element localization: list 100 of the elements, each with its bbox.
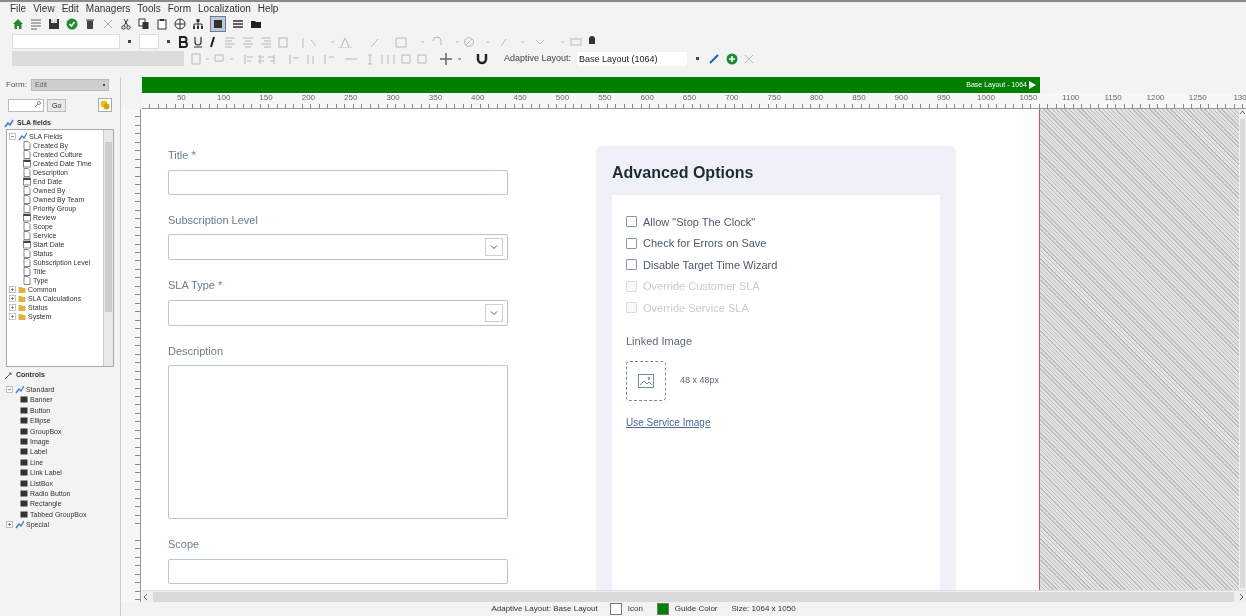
ruler-label: 350 [428, 93, 443, 102]
card-title: Advanced Options [612, 163, 755, 183]
close-icon[interactable] [744, 53, 755, 64]
copy-icon[interactable] [138, 18, 150, 30]
menu-item[interactable]: File [10, 1, 27, 16]
group-icon [18, 132, 27, 141]
ruler-label: 750 [767, 93, 781, 102]
ruler-label: 1100 [1062, 93, 1080, 102]
text-input[interactable] [168, 558, 508, 584]
font-field[interactable] [12, 34, 120, 49]
image-size-text: 48 x 48px [680, 374, 720, 388]
scroll-up-icon[interactable] [1239, 109, 1246, 117]
expand-icon[interactable] [6, 521, 13, 529]
ruler-label: 1000 [977, 93, 995, 102]
paste-icon[interactable] [156, 18, 168, 30]
checkbox-label: Override Customer SLA [643, 279, 760, 294]
fields-icon [4, 118, 14, 128]
trash-icon[interactable] [84, 18, 96, 30]
menu-item[interactable]: Managers [85, 1, 131, 16]
menu-item[interactable]: Form [167, 1, 192, 16]
adaptive-layout-label: Adaptive Layout: [504, 51, 572, 65]
bold-icon[interactable] [178, 35, 188, 48]
underline-icon[interactable] [193, 35, 203, 48]
add-icon[interactable] [726, 52, 739, 65]
checkbox-label: Allow "Stop The Clock" [643, 214, 756, 230]
ruler-label: 1200 [1146, 93, 1165, 102]
pencil-icon[interactable] [708, 52, 721, 65]
hierarchy-icon[interactable] [192, 18, 204, 30]
chevron-down-icon[interactable] [485, 238, 503, 256]
save-icon[interactable] [48, 18, 60, 30]
ruler-label: 50 [176, 93, 186, 102]
calendar-icon [23, 240, 31, 249]
wand-icon [4, 370, 13, 380]
list-icon[interactable] [30, 18, 42, 30]
checkbox-label: Override Service SLA [643, 300, 749, 316]
color-swatch[interactable] [656, 603, 669, 615]
lines-icon[interactable] [232, 18, 244, 30]
size-field[interactable] [139, 34, 159, 49]
field-label: SLA Type * [168, 278, 224, 293]
field-label: Description [168, 343, 225, 359]
menu-item[interactable]: Help [257, 1, 279, 16]
menu-item[interactable]: Edit [61, 1, 79, 16]
menu-item[interactable]: Localization [198, 1, 251, 16]
expand-icon[interactable] [9, 286, 16, 293]
adaptive-layout-field[interactable]: Base Layout (1064) [577, 51, 688, 66]
folder-icon[interactable] [250, 18, 262, 30]
ruler-label: 550 [598, 93, 612, 102]
coins-icon[interactable] [98, 98, 112, 112]
ruler-label: 650 [682, 93, 697, 102]
menu-item[interactable]: View [33, 1, 55, 16]
check-circle-icon[interactable] [66, 18, 78, 30]
checkbox[interactable] [626, 259, 637, 271]
section-label: Linked Image [626, 333, 694, 349]
magnet-icon[interactable] [476, 52, 488, 65]
horizontal-scrollbar-thumb[interactable] [153, 591, 1234, 602]
image-icon [638, 374, 654, 388]
form-label: Form: [6, 79, 27, 91]
layout-status: Adaptive Layout: Base Layout [491, 603, 598, 615]
image-placeholder[interactable] [626, 361, 666, 401]
expand-icon[interactable] [9, 295, 16, 302]
checkbox[interactable] [626, 237, 637, 249]
select-field[interactable] [168, 299, 508, 326]
color-swatch[interactable] [609, 603, 622, 615]
close-icon[interactable] [102, 18, 114, 30]
field-label: Subscription Level [168, 212, 259, 228]
checkbox-label: Check for Errors on Save [643, 236, 767, 251]
chevron-down-icon[interactable] [485, 303, 503, 322]
ruler-label: 800 [809, 93, 824, 102]
checkbox[interactable] [626, 216, 637, 228]
collapse-icon[interactable] [9, 133, 16, 140]
ruler-label: 300 [386, 93, 400, 102]
ruler-label: 900 [894, 93, 908, 102]
ruler-label: 450 [513, 93, 527, 102]
menu-item[interactable]: Tools [137, 1, 161, 16]
vertical-scrollbar-thumb[interactable] [1240, 119, 1245, 588]
ruler-label: 130 [1233, 93, 1246, 102]
ruler-label: 100 [217, 93, 231, 102]
collapse-icon[interactable] [6, 386, 13, 393]
expand-icon[interactable] [9, 313, 16, 320]
home-icon[interactable] [12, 18, 24, 30]
ruler-label: 700 [725, 93, 739, 102]
service-image-link[interactable]: Use Service Image [626, 415, 926, 430]
size-status: Size: 1064 x 1050 [731, 603, 796, 615]
ruler-label: 400 [471, 93, 485, 102]
field-label: Scope [168, 537, 201, 552]
swatch-label: Icon [627, 603, 643, 615]
text-input[interactable] [168, 169, 508, 195]
search-field[interactable] [8, 98, 44, 112]
ruler-label: 1250 [1188, 93, 1207, 102]
tree-scrollbar[interactable] [103, 130, 113, 366]
calendar-icon [23, 213, 31, 222]
expand-icon[interactable] [9, 304, 16, 311]
layout-icon[interactable] [210, 16, 226, 32]
cut-icon[interactable] [120, 18, 132, 30]
ruler-label: 1050 [1019, 93, 1038, 102]
ruler-label: 1150 [1104, 93, 1122, 102]
ruler-label: 850 [852, 93, 866, 102]
italic-icon[interactable] [208, 35, 216, 48]
select-field[interactable] [168, 234, 508, 260]
play-icon[interactable] [1029, 81, 1036, 89]
